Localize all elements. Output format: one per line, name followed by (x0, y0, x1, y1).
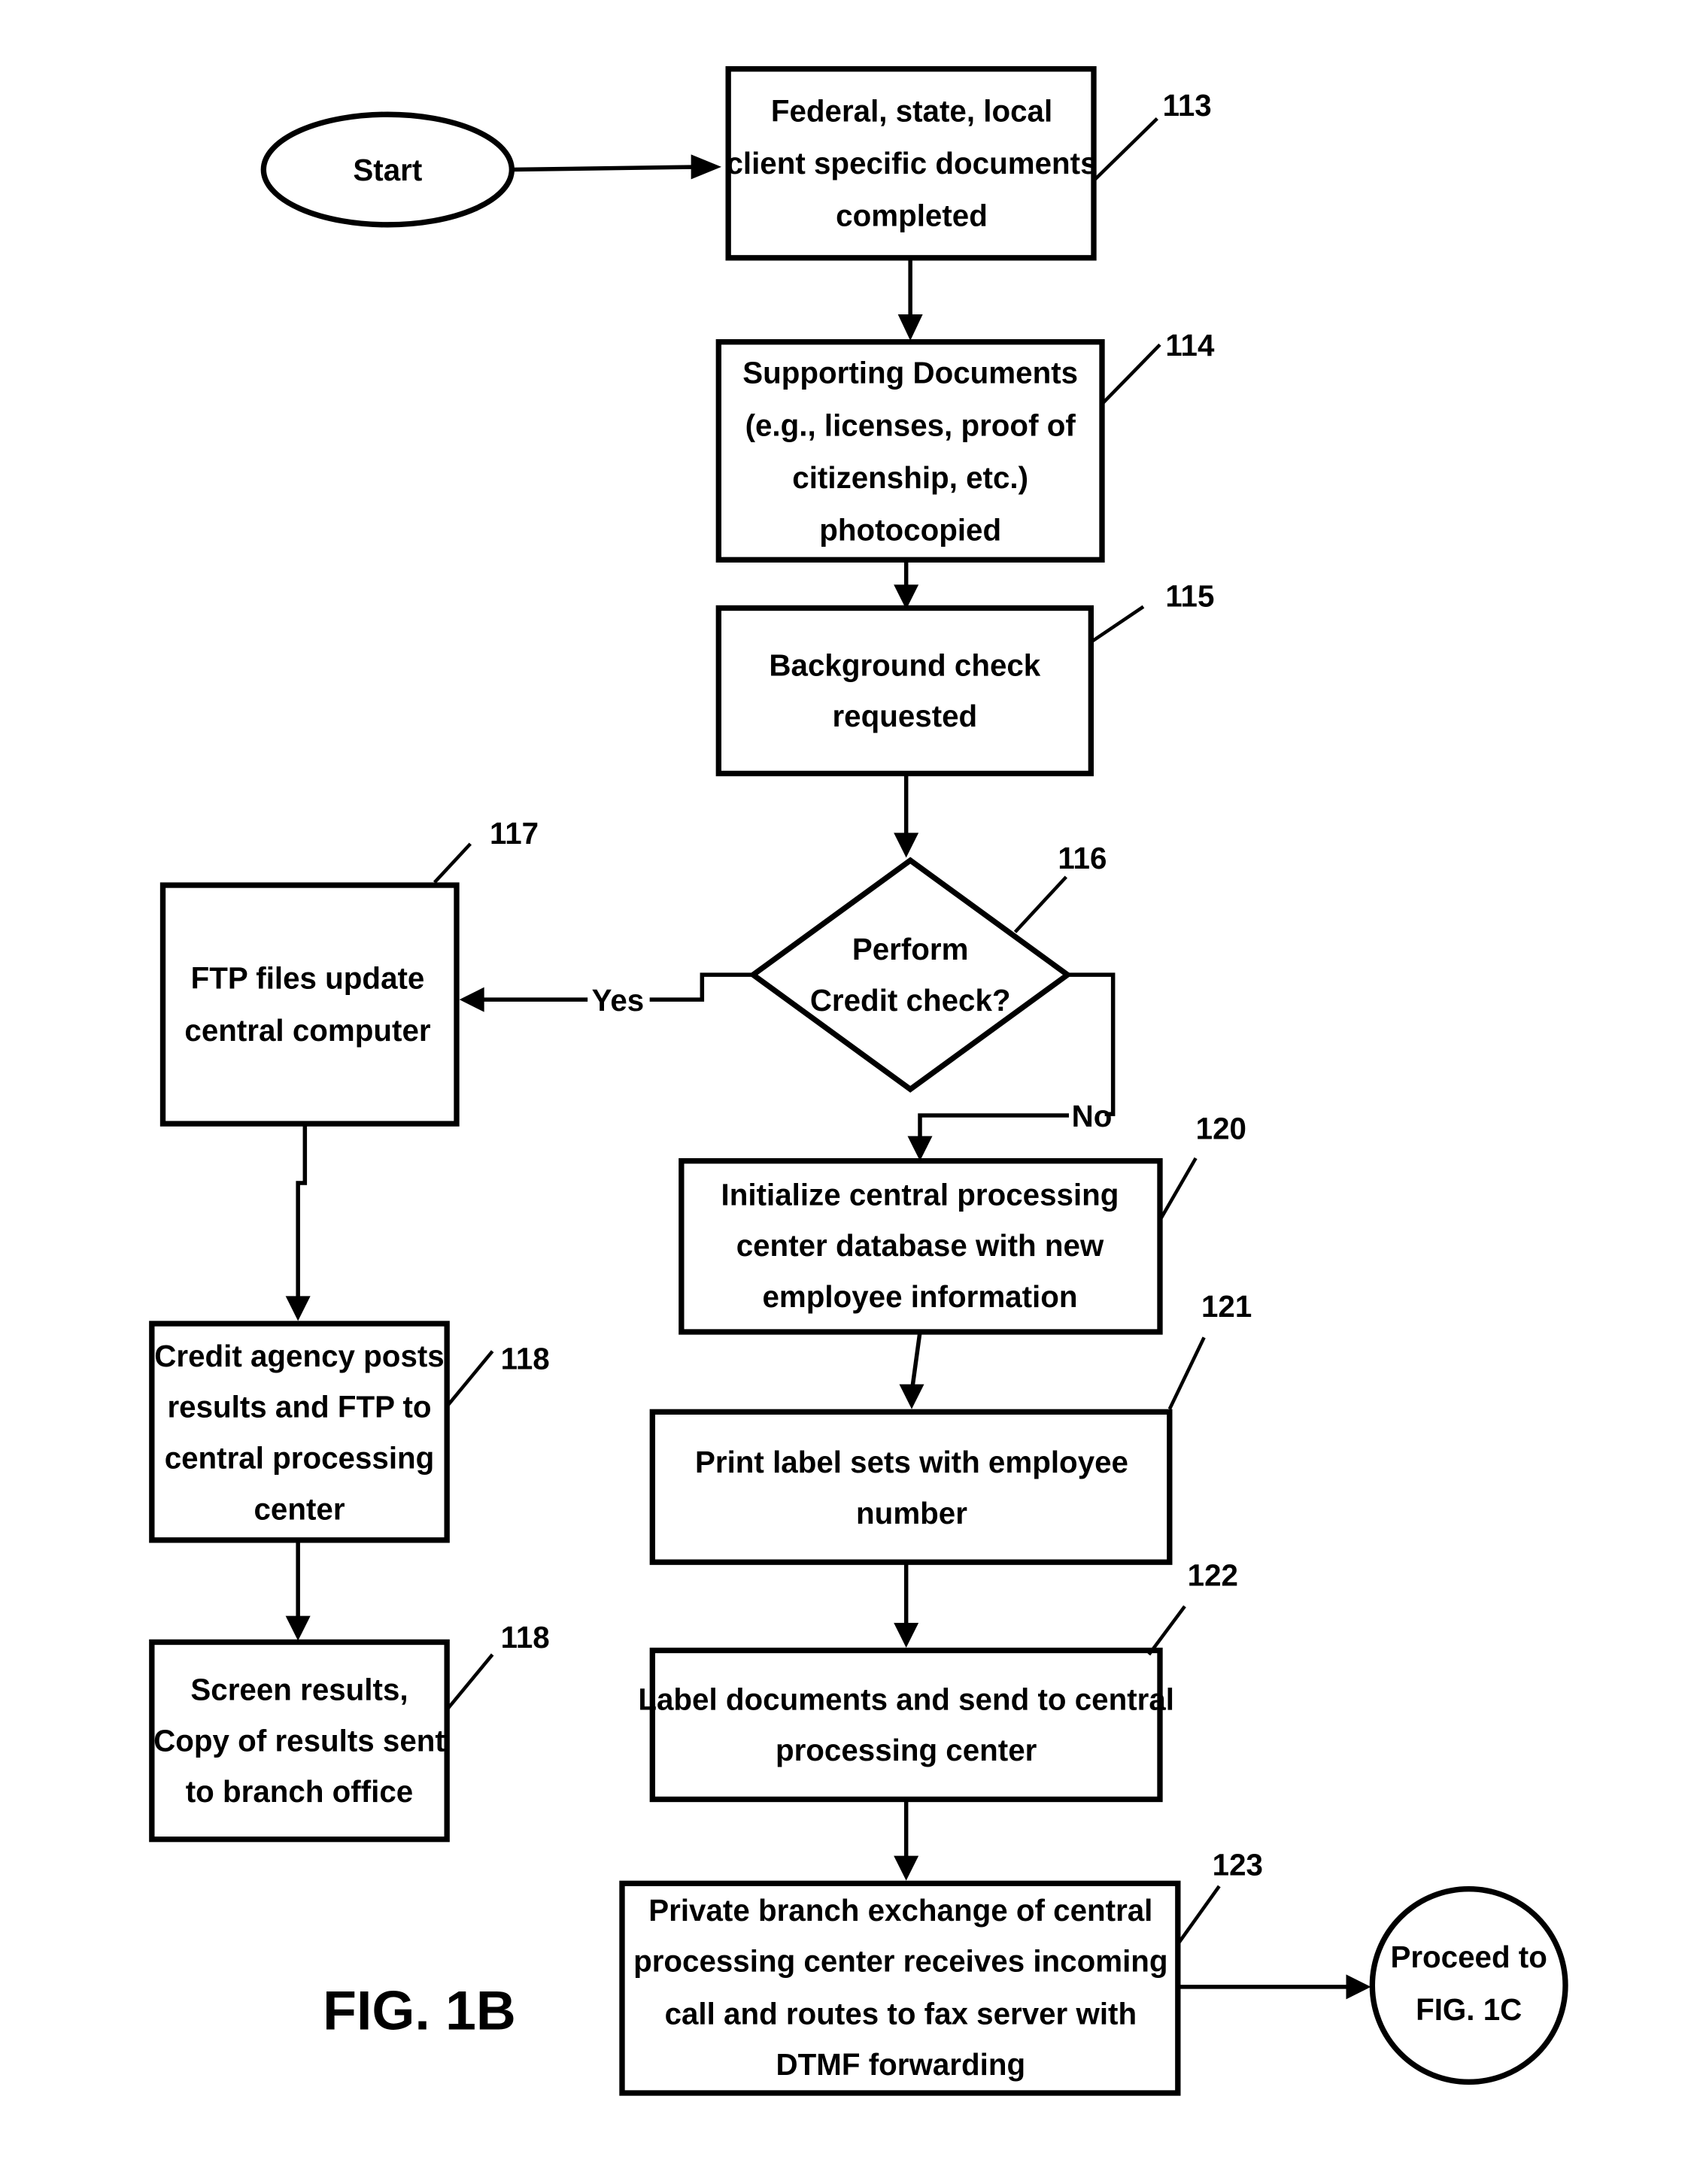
node-120-line: center database with new (736, 1228, 1104, 1263)
ref-leader (1091, 605, 1145, 643)
arrowhead (899, 1384, 924, 1409)
edge-start-113 (512, 165, 706, 172)
node-123-line: processing center receives incoming (633, 1944, 1168, 1979)
node-113-line: client specific documents (726, 146, 1097, 180)
node-114-line: Supporting Documents (742, 356, 1078, 390)
ref-118a: 118 (501, 1342, 550, 1376)
edge-no (1067, 972, 1116, 1117)
ref-121: 121 (1201, 1289, 1252, 1324)
node-117-line: FTP files update (191, 961, 425, 996)
node-115-line: Background check (769, 648, 1040, 682)
node-118a-line: central processing (165, 1441, 435, 1476)
node-123-line: call and routes to fax server with (665, 1996, 1137, 2031)
arrowhead (1346, 1974, 1371, 2000)
ref-leader (1094, 117, 1158, 180)
start-label: Start (353, 153, 422, 187)
arrowhead (691, 154, 721, 180)
yes-label: Yes (592, 983, 645, 1018)
node-122-line: processing center (776, 1733, 1037, 1767)
node-116-line: Credit check? (810, 983, 1011, 1018)
node-113-line: Federal, state, local (771, 93, 1052, 128)
ref-116: 116 (1058, 841, 1107, 875)
node-116-decision (748, 857, 1073, 1093)
node-118a-line: results and FTP to (167, 1390, 431, 1424)
arrowhead (897, 314, 923, 341)
figure-label: FIG. 1B (323, 1980, 516, 2042)
node-120-line: Initialize central processing (721, 1177, 1119, 1212)
ref-leader (445, 1350, 494, 1408)
node-121-line: number (856, 1496, 967, 1530)
node-118b-line: Copy of results sent (153, 1723, 445, 1758)
arrowhead (285, 1296, 311, 1321)
node-123-line: Private branch exchange of central (648, 1893, 1152, 1928)
node-122-box (649, 1647, 1163, 1803)
node-114-line: citizenship, etc.) (792, 460, 1028, 495)
end-line: Proceed to (1390, 1940, 1547, 1974)
node-115-line: requested (832, 699, 977, 733)
arrowhead (894, 833, 919, 858)
node-116-line: Perform (852, 932, 969, 966)
ref-120: 120 (1196, 1111, 1246, 1145)
ref-leader (1147, 1605, 1186, 1656)
ref-122: 122 (1188, 1558, 1238, 1592)
ref-leader (1176, 1885, 1221, 1946)
arrowhead (285, 1615, 311, 1641)
end-connector (1369, 1886, 1568, 2085)
ref-leader (445, 1653, 494, 1711)
ref-115: 115 (1165, 579, 1214, 614)
ref-leader (433, 842, 472, 884)
flowchart: Start Federal, state, local client speci… (149, 66, 1568, 2096)
node-122-line: Label documents and send to central (638, 1682, 1174, 1716)
edge-117-118 (296, 1124, 308, 1303)
node-118a-line: center (253, 1491, 345, 1526)
node-123-line: DTMF forwarding (776, 2047, 1026, 2082)
ref-114: 114 (1165, 328, 1215, 362)
ref-leader (1102, 343, 1161, 404)
arrowhead (894, 1855, 919, 1881)
node-117-line: central computer (184, 1013, 430, 1048)
ref-113: 113 (1163, 88, 1212, 123)
arrowhead (459, 987, 484, 1012)
node-113-line: completed (836, 199, 988, 233)
node-121-box (649, 1409, 1173, 1565)
no-label: No (1072, 1099, 1113, 1133)
ref-117: 117 (490, 816, 539, 851)
arrowhead (907, 1136, 933, 1161)
node-118a-line: Credit agency posts (154, 1339, 444, 1373)
arrowhead (894, 1622, 919, 1648)
node-115-box (715, 605, 1094, 777)
ref-118b: 118 (501, 1620, 550, 1655)
node-121-line: Print label sets with employee (695, 1445, 1128, 1479)
node-118b-line: to branch office (186, 1774, 413, 1809)
node-120-line: employee information (762, 1279, 1077, 1314)
edge-yes (649, 972, 754, 1002)
edge-120-121 (909, 1331, 922, 1394)
edge-no-arrow (918, 1113, 1069, 1145)
node-114-line: photocopied (819, 513, 1001, 548)
node-114-line: (e.g., licenses, proof of (745, 408, 1076, 442)
node-118b-line: Screen results, (190, 1673, 408, 1707)
ref-leader (1167, 1336, 1206, 1410)
ref-leader (1013, 875, 1068, 933)
node-117-box (159, 882, 460, 1127)
ref-leader (1158, 1157, 1198, 1221)
ref-123: 123 (1213, 1847, 1263, 1882)
end-line: FIG. 1C (1416, 1992, 1522, 2027)
